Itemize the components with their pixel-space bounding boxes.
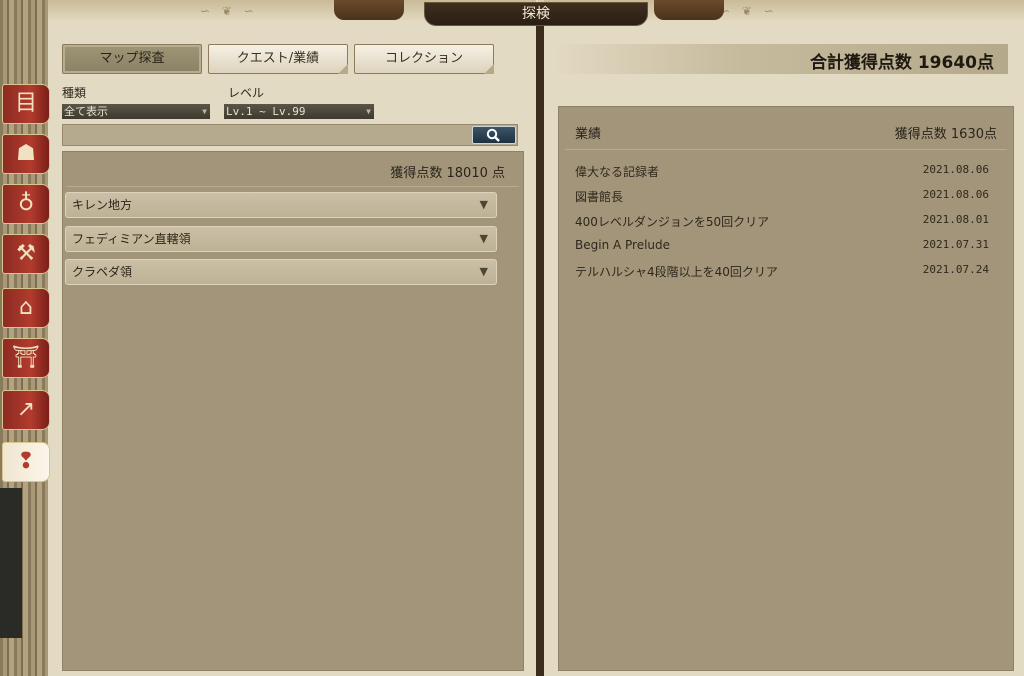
tab-map-exploration[interactable]: マップ探査 — [62, 44, 202, 74]
book-spine — [536, 22, 544, 676]
side-tab-exploration[interactable]: ❢ — [2, 442, 50, 482]
monster-icon: ☗ — [16, 141, 36, 166]
region-list-panel: 獲得点数 18010 点 キレン地方 ▼ フェディミアン直轄領 ▼ クラペダ領 ▼ — [62, 151, 524, 671]
level-filter-label: レベル — [228, 86, 265, 100]
region-name: クラペダ領 — [72, 265, 133, 279]
achievement-name: 偉大なる記録者 — [575, 165, 660, 179]
page-fold-icon — [338, 64, 348, 74]
level-select[interactable]: Lv.1 ~ Lv.99 ▼ — [224, 104, 374, 119]
tab-collection[interactable]: コレクション — [354, 44, 494, 74]
achievement-name: テルハルシャ4段階以上を40回クリア — [575, 265, 778, 279]
wood-shadow — [0, 488, 22, 638]
tab-label: クエスト/業績 — [236, 51, 320, 66]
achievement-name: 400レベルダンジョンを50回クリア — [575, 215, 770, 229]
expand-arrow-icon: ▼ — [479, 265, 488, 278]
region-item-kiren[interactable]: キレン地方 ▼ — [65, 192, 497, 218]
ornament-right-icon: ∽ ❦ ∽ — [720, 4, 778, 18]
level-select-value: Lv.1 ~ Lv.99 — [226, 105, 306, 118]
shrine-icon: ⛩ — [12, 345, 40, 370]
side-tab-potion[interactable]: ♁ — [2, 184, 50, 224]
side-tab-journal[interactable]: 目 — [2, 84, 50, 124]
map-score-label: 獲得点数 18010 点 — [390, 166, 505, 181]
side-tab-shrine[interactable]: ⛩ — [2, 338, 50, 378]
house-icon: ⌂ — [19, 295, 33, 320]
achievement-panel: 業績 獲得点数 1630点 偉大なる記録者 2021.08.06 図書館長 2021… — [558, 106, 1014, 671]
tab-label: マップ探査 — [99, 51, 165, 66]
type-filter-label: 種類 — [62, 86, 87, 100]
type-select[interactable]: 全て表示 ▼ — [62, 104, 210, 119]
expand-arrow-icon: ▼ — [479, 232, 488, 245]
search-button[interactable] — [472, 126, 516, 144]
divider — [67, 186, 519, 187]
divider — [565, 149, 1007, 150]
achievement-date: 2021.08.06 — [922, 163, 989, 176]
potion-icon: ♁ — [17, 191, 35, 216]
side-tab-house[interactable]: ⌂ — [2, 288, 50, 328]
tab-label: コレクション — [384, 51, 463, 66]
achievement-name: 図書館長 — [575, 190, 624, 204]
search-input[interactable] — [62, 124, 518, 146]
ornament-left-icon: ∽ ❦ ∽ — [200, 4, 258, 18]
book-clip-left — [334, 0, 404, 20]
achievement-row: 偉大なる記録者 2021.08.06 — [575, 163, 989, 181]
achievement-name: Begin A Prelude — [575, 238, 671, 252]
region-name: キレン地方 — [72, 198, 133, 212]
dropdown-arrow-icon: ▼ — [202, 107, 207, 116]
achievement-row: Begin A Prelude 2021.07.31 — [575, 238, 989, 256]
expand-arrow-icon: ▼ — [479, 198, 488, 211]
total-score-label: 合計獲得点数 19640点 — [809, 53, 994, 73]
journal-icon: 目 — [14, 91, 37, 116]
achievement-row: 図書館長 2021.08.06 — [575, 188, 989, 206]
achievement-section-score: 獲得点数 1630点 — [894, 127, 997, 142]
tab-quest-achievement[interactable]: クエスト/業績 — [208, 44, 348, 74]
book-clip-right — [654, 0, 724, 20]
achievement-date: 2021.08.01 — [922, 213, 989, 226]
total-score-banner: 合計獲得点数 19640点 — [552, 44, 1008, 74]
achievement-row: テルハルシャ4段階以上を40回クリア 2021.07.24 — [575, 263, 989, 281]
side-tab-chart[interactable]: ↗ — [2, 390, 50, 430]
region-item-fedimian[interactable]: フェディミアン直轄領 ▼ — [65, 226, 497, 252]
side-tab-monster[interactable]: ☗ — [2, 134, 50, 174]
chart-icon: ↗ — [16, 397, 36, 422]
footprints-icon: ❢ — [16, 449, 36, 474]
achievement-date: 2021.07.31 — [922, 238, 989, 251]
search-icon — [486, 128, 500, 142]
type-select-value: 全て表示 — [64, 105, 108, 118]
achievement-row: 400レベルダンジョンを50回クリア 2021.08.01 — [575, 213, 989, 231]
window-frame: ∽ ❦ ∽ ∽ ❦ ∽ 探検 目 ☗ ♁ ⚒ ⌂ ⛩ ↗ ❢ マップ探査 クエス… — [0, 0, 1024, 676]
dropdown-arrow-icon: ▼ — [366, 107, 371, 116]
side-tab-anvil[interactable]: ⚒ — [2, 234, 50, 274]
achievement-section-title: 業績 — [575, 127, 602, 142]
achievement-date: 2021.07.24 — [922, 263, 989, 276]
anvil-icon: ⚒ — [16, 241, 36, 266]
page-fold-icon — [484, 64, 494, 74]
window-title: 探検 — [424, 2, 648, 26]
achievement-date: 2021.08.06 — [922, 188, 989, 201]
region-item-klaipeda[interactable]: クラペダ領 ▼ — [65, 259, 497, 285]
region-name: フェディミアン直轄領 — [72, 232, 191, 246]
